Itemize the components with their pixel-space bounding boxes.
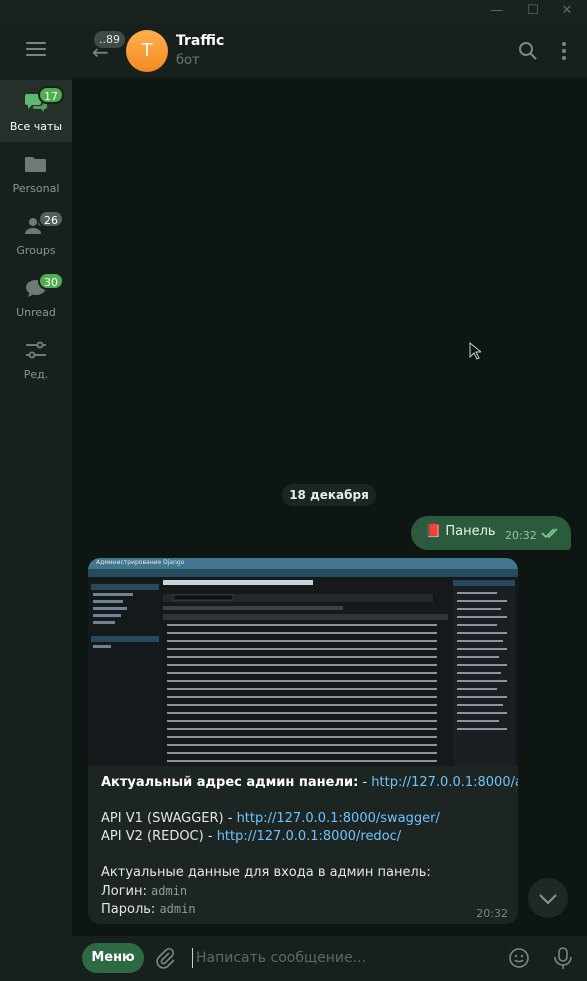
telegram-window: — ☐ ✕ 17 Все чаты Personal 26 Groups 30 …	[0, 0, 587, 981]
date-separator: 18 декабря	[282, 484, 376, 506]
outgoing-message[interactable]: 📕 Панель 20:32	[411, 516, 571, 550]
screenshot-table	[163, 580, 448, 762]
folder-unread[interactable]: 30 Unread	[0, 266, 72, 328]
folder-edit[interactable]: Ред.	[0, 328, 72, 390]
admin-url-label: Актуальный адрес админ панели:	[101, 775, 359, 790]
message-composer: Меню Написать сообщение...	[72, 936, 587, 981]
folder-groups[interactable]: 26 Groups	[0, 204, 72, 266]
redoc-link[interactable]: http://127.0.0.1:8000/redoc/	[217, 829, 401, 844]
unread-count-badge: ..89	[94, 31, 125, 48]
folder-badge: 17	[38, 86, 64, 104]
credentials-title: Актуальные данные для входа в админ пане…	[101, 865, 431, 880]
api-v2-label: API V2 (REDOC)	[101, 829, 204, 844]
scroll-down-button[interactable]	[528, 878, 568, 918]
password-value[interactable]: admin	[159, 902, 195, 916]
avatar[interactable]: T	[126, 30, 168, 72]
search-icon[interactable]	[517, 40, 539, 62]
login-value[interactable]: admin	[151, 884, 187, 898]
folder-icon	[25, 157, 46, 172]
message-time: 20:32	[505, 529, 537, 542]
message-text: Актуальный адрес админ панели: - http://…	[101, 774, 518, 918]
folder-label: Все чаты	[9, 120, 63, 133]
title-bar: — ☐ ✕	[0, 0, 587, 24]
login-label: Логин:	[101, 884, 152, 899]
main-menu-icon[interactable]	[26, 42, 46, 58]
folder-label: Personal	[12, 182, 60, 195]
folder-all-chats[interactable]: 17 Все чаты	[0, 80, 72, 142]
screenshot-bar-title: Администрирование Django	[96, 559, 185, 566]
admin-url-link[interactable]: http://127.0.0.1:8000/admin/	[371, 775, 518, 790]
swagger-link[interactable]: http://127.0.0.1:8000/swagger/	[237, 811, 440, 826]
edit-folders-icon	[26, 341, 46, 359]
screenshot-filter-panel	[453, 580, 515, 766]
admin-screenshot-image[interactable]: Администрирование Django	[88, 558, 518, 766]
message-text: 📕 Панель	[425, 524, 496, 539]
folders-sidebar: 17 Все чаты Personal 26 Groups 30 Unread	[0, 24, 72, 981]
chat-header: ← ..89 T Traffic бот	[72, 24, 587, 78]
folder-label: Unread	[16, 306, 56, 319]
incoming-message[interactable]: Администрирование Django Актуальный адре…	[88, 558, 518, 924]
api-v1-label: API V1 (SWAGGER)	[101, 811, 224, 826]
chat-title[interactable]: Traffic	[176, 33, 224, 49]
bot-menu-button[interactable]: Меню	[82, 943, 144, 973]
emoji-icon[interactable]	[508, 947, 530, 969]
message-input[interactable]: Написать сообщение...	[192, 944, 492, 972]
screenshot-sidebar	[91, 584, 159, 648]
maximize-button[interactable]: ☐	[524, 3, 542, 18]
double-check-icon	[541, 528, 558, 539]
folder-badge: 26	[38, 210, 64, 228]
attach-icon[interactable]	[154, 947, 176, 969]
more-menu-icon[interactable]	[553, 40, 575, 62]
folder-badge: 30	[38, 272, 64, 290]
chevron-down-icon	[539, 894, 557, 905]
message-list[interactable]: 18 декабря 📕 Панель 20:32 Администрирова…	[72, 78, 587, 936]
chat-status: бот	[176, 53, 200, 68]
minimize-button[interactable]: —	[488, 3, 506, 18]
password-label: Пароль:	[101, 902, 160, 917]
folder-label: Groups	[16, 244, 56, 257]
folder-personal[interactable]: Personal	[0, 142, 72, 204]
mouse-pointer-icon	[469, 342, 481, 360]
message-time: 20:32	[476, 907, 508, 920]
close-button[interactable]: ✕	[558, 3, 576, 18]
microphone-icon[interactable]	[552, 946, 574, 970]
folder-label: Ред.	[23, 368, 49, 381]
